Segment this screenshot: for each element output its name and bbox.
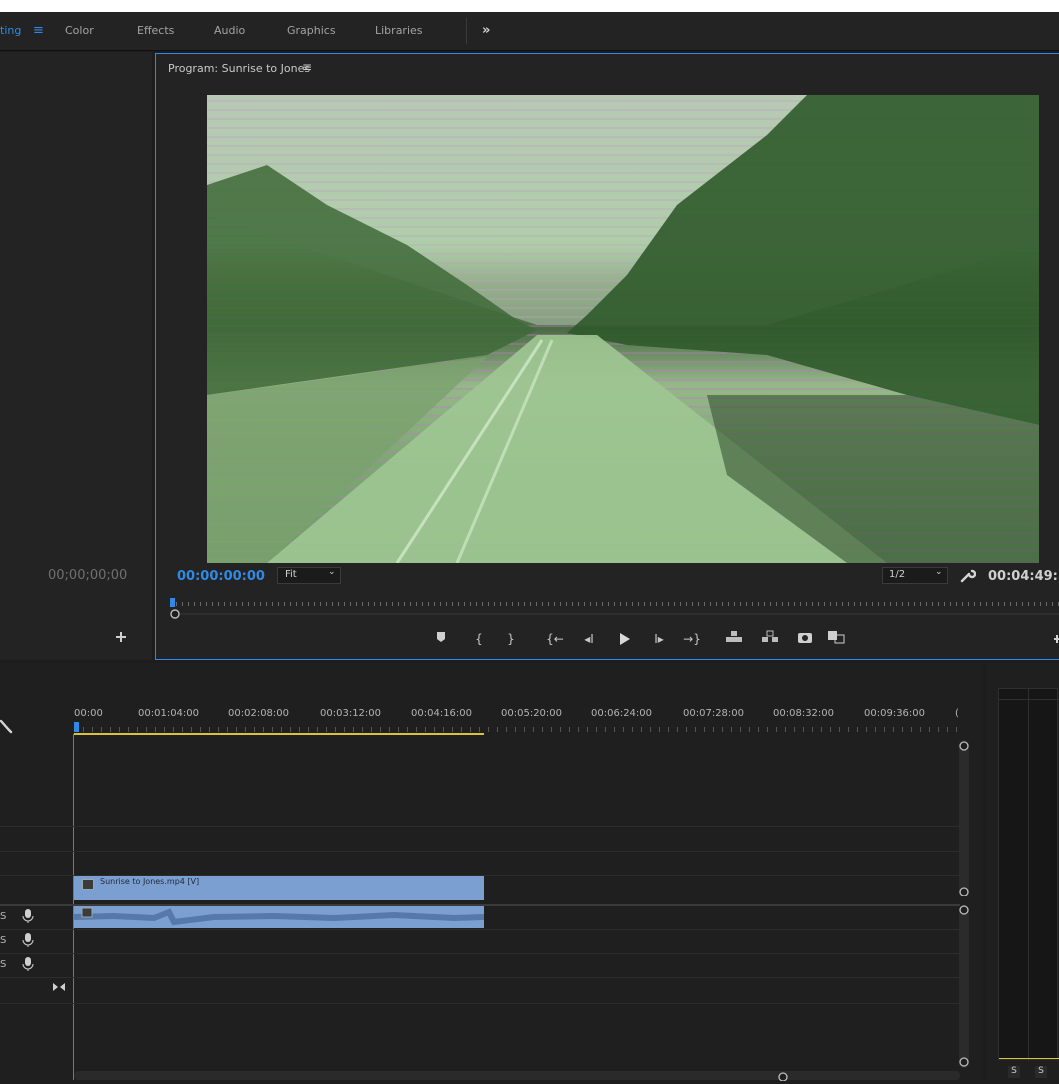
- zoom-select[interactable]: Fit ⌄: [277, 567, 341, 584]
- wrench-icon[interactable]: [958, 566, 977, 584]
- export-frame-icon[interactable]: [796, 630, 814, 648]
- workspace-tab-audio[interactable]: Audio: [214, 12, 245, 50]
- window-top-strip: [0, 0, 1059, 12]
- program-monitor-title[interactable]: Program: Sunrise to Jones: [168, 62, 310, 75]
- video-track-scrollbar[interactable]: [959, 740, 969, 897]
- step-back-icon[interactable]: ◂I: [580, 630, 598, 648]
- track-divider: [0, 826, 960, 827]
- ruler-tick-label: (: [955, 708, 959, 719]
- go-to-in-icon[interactable]: {←: [545, 630, 565, 648]
- chevron-down-icon: ⌄: [935, 567, 943, 577]
- ruler-tick-label: 00:04:16:00: [411, 708, 473, 719]
- microphone-icon[interactable]: [22, 932, 34, 948]
- workspace-tab-graphics[interactable]: Graphics: [287, 12, 336, 50]
- track-divider: [0, 953, 960, 954]
- go-to-out-icon[interactable]: →}: [682, 630, 702, 648]
- workspace-tab-libraries[interactable]: Libraries: [375, 12, 423, 50]
- ruler-tick-label: 00:00: [74, 708, 103, 719]
- timeline-ruler[interactable]: [74, 722, 960, 736]
- mark-out-icon[interactable]: }: [504, 630, 518, 648]
- video-clip[interactable]: Sunrise to Jones.mp4 [V]: [74, 876, 484, 900]
- program-video-frame[interactable]: [207, 95, 1039, 563]
- resolution-select[interactable]: 1/2 ⌄: [882, 567, 948, 584]
- meter-solo-button[interactable]: S: [1008, 1066, 1020, 1078]
- workspace-tab-color[interactable]: Color: [65, 12, 94, 50]
- step-forward-icon[interactable]: I▸: [650, 630, 668, 648]
- ruler-tick-label: 00:07:28:00: [683, 708, 745, 719]
- fx-badge-icon: [82, 879, 94, 890]
- solo-button[interactable]: S: [0, 959, 6, 970]
- solo-button[interactable]: S: [0, 911, 6, 922]
- wrench-icon[interactable]: [0, 718, 14, 734]
- microphone-icon[interactable]: [22, 956, 34, 972]
- play-icon[interactable]: [615, 630, 633, 648]
- solo-button[interactable]: S: [0, 935, 6, 946]
- marker-icon[interactable]: [434, 630, 448, 648]
- audio-clip[interactable]: [74, 906, 484, 928]
- workspace-bar: ting ≡ Color Effects Audio Graphics Libr…: [0, 12, 1059, 51]
- audio-meter-bars: [998, 688, 1059, 1061]
- timeline-horizontal-scrollbar[interactable]: [74, 1071, 960, 1082]
- meter-solo-button[interactable]: S: [1035, 1066, 1047, 1078]
- duration-timecode: 00:04:49:5: [988, 569, 1059, 584]
- ruler-tick-label: 00:09:36:00: [864, 708, 926, 719]
- chevron-down-icon: ⌄: [328, 567, 336, 577]
- plus-icon[interactable]: [1053, 632, 1059, 646]
- audio-track-scrollbar[interactable]: [959, 905, 969, 1068]
- extract-icon[interactable]: [760, 630, 780, 648]
- ruler-tick-label: 00:03:12:00: [320, 708, 382, 719]
- master-track-icon[interactable]: [52, 981, 66, 993]
- plus-icon[interactable]: [114, 630, 128, 644]
- current-timecode[interactable]: 00:00:00:00: [177, 569, 265, 584]
- program-time-ruler[interactable]: [170, 598, 1059, 620]
- hamburger-menu-icon[interactable]: ≡: [302, 60, 312, 74]
- mark-in-icon[interactable]: {: [472, 630, 486, 648]
- divider: [466, 18, 467, 44]
- ruler-tick-label: 00:06:24:00: [591, 708, 653, 719]
- microphone-icon[interactable]: [22, 908, 34, 924]
- compare-icon[interactable]: [826, 630, 848, 648]
- ruler-tick-label: 00:01:04:00: [138, 708, 200, 719]
- chevron-double-right-icon[interactable]: »: [482, 12, 490, 50]
- ruler-tick-label: 00:05:20:00: [501, 708, 563, 719]
- workspace-menu-icon[interactable]: ≡: [33, 12, 44, 50]
- track-divider: [0, 851, 960, 852]
- source-timecode[interactable]: 00;00;00;00: [48, 568, 127, 583]
- lift-icon[interactable]: [724, 630, 744, 648]
- track-divider: [0, 929, 960, 930]
- video-clip-label: Sunrise to Jones.mp4 [V]: [100, 877, 200, 886]
- track-divider: [0, 977, 960, 978]
- workspace-tab-effects[interactable]: Effects: [137, 12, 174, 50]
- ruler-tick-label: 00:08:32:00: [773, 708, 835, 719]
- track-divider: [0, 1003, 960, 1004]
- ruler-tick-label: 00:02:08:00: [228, 708, 290, 719]
- workspace-tab-editing[interactable]: ting: [0, 12, 21, 50]
